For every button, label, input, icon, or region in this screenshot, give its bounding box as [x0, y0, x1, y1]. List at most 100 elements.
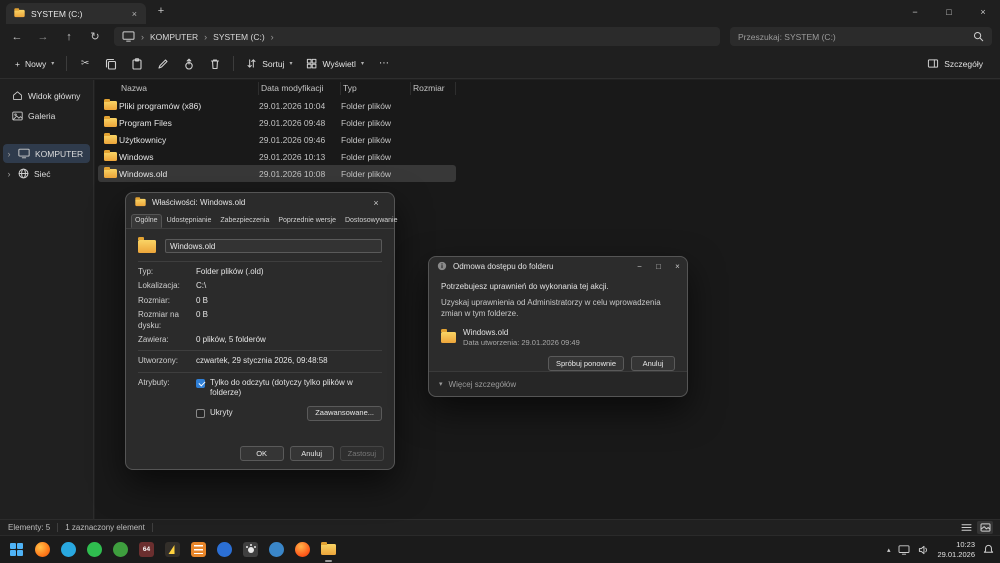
field-label: Rozmiar: — [138, 296, 196, 306]
search-input[interactable]: Przeszukaj: SYSTEM (C:) — [730, 27, 992, 46]
tab-close-icon[interactable]: × — [130, 9, 139, 19]
column-header-modified[interactable]: Data modyfikacji — [259, 82, 341, 95]
breadcrumb[interactable]: › KOMPUTER › SYSTEM (C:) › — [114, 27, 720, 46]
cancel-button[interactable]: Anuluj — [631, 356, 675, 371]
folder-icon — [104, 101, 117, 110]
tab-customize[interactable]: Dostosowywanie — [341, 214, 402, 228]
clock-time: 10:23 — [937, 540, 975, 550]
taskbar-app-7[interactable] — [190, 541, 207, 558]
share-button[interactable] — [176, 53, 202, 75]
column-header-type[interactable]: Typ — [341, 82, 411, 95]
separator — [57, 523, 58, 532]
sidebar-item-computer[interactable]: › KOMPUTER — [3, 144, 90, 163]
separator — [66, 56, 67, 71]
forward-button[interactable]: → — [30, 31, 56, 43]
more-options-button[interactable]: ⋯ — [371, 58, 397, 69]
refresh-button[interactable]: ↻ — [82, 30, 108, 43]
table-row[interactable]: Windows 29.01.2026 10:13 Folder plików — [98, 148, 456, 165]
sidebar-item-network[interactable]: › Sieć — [3, 164, 90, 183]
dialog-titlebar: Właściwości: Windows.old × — [126, 193, 394, 212]
hidden-checkbox[interactable] — [196, 409, 205, 418]
app-icon — [113, 542, 128, 557]
taskbar-file-explorer[interactable] — [320, 541, 337, 558]
taskbar-app-64[interactable]: 64 — [138, 541, 155, 558]
folder-info: Windows.old Data utworzenia: 29.01.2026 … — [441, 328, 675, 347]
details-pane-button[interactable]: Szczegóły — [920, 54, 990, 73]
taskbar-app-4[interactable] — [112, 541, 129, 558]
field-label: Lokalizacja: — [138, 281, 196, 291]
new-tab-button[interactable]: + — [153, 4, 169, 20]
view-thumbnails-toggle[interactable] — [977, 521, 993, 534]
minimize-button[interactable]: − — [898, 0, 932, 24]
taskbar-app-2[interactable] — [60, 541, 77, 558]
maximize-button[interactable]: □ — [932, 0, 966, 24]
table-row-selected[interactable]: Windows.old 29.01.2026 10:08 Folder plik… — [98, 165, 456, 182]
column-header-size[interactable]: Rozmiar — [411, 82, 456, 95]
table-row[interactable]: Użytkownicy 29.01.2026 09:46 Folder plik… — [98, 131, 456, 148]
sidebar-item-label: Sieć — [34, 169, 51, 179]
copy-button[interactable] — [98, 53, 124, 75]
folder-name-input[interactable] — [165, 239, 382, 253]
cancel-button[interactable]: Anuluj — [290, 446, 334, 461]
dialog-close-icon[interactable]: × — [668, 257, 687, 275]
app-icon — [87, 542, 102, 557]
column-header-name[interactable]: Nazwa — [119, 82, 259, 95]
chevron-right-icon[interactable]: › — [5, 149, 13, 159]
taskbar-app-firefox[interactable] — [34, 541, 51, 558]
minimize-button[interactable]: − — [630, 257, 649, 275]
taskbar-app-3[interactable] — [86, 541, 103, 558]
chevron-down-icon: ▾ — [51, 60, 54, 67]
chevron-right-icon[interactable]: › — [5, 169, 13, 179]
view-details-toggle[interactable] — [958, 521, 974, 534]
app-64-icon: 64 — [139, 542, 154, 557]
tray-overflow-button[interactable]: ▴ — [887, 546, 891, 554]
explorer-tab[interactable]: SYSTEM (C:) × — [6, 3, 146, 24]
folder-icon — [138, 240, 156, 253]
start-button[interactable] — [8, 541, 25, 558]
sidebar-item-home[interactable]: Widok główny — [3, 86, 90, 105]
view-button[interactable]: Wyświetl ▾ — [299, 54, 370, 73]
back-button[interactable]: ← — [4, 31, 30, 43]
taskbar-clock[interactable]: 10:23 29.01.2026 — [937, 540, 975, 560]
advanced-button[interactable]: Zaawansowane... — [307, 406, 382, 421]
view-button-label: Wyświetl — [322, 59, 355, 69]
sort-button[interactable]: Sortuj ▾ — [239, 54, 299, 73]
sidebar-item-gallery[interactable]: Galeria — [3, 106, 90, 125]
file-modified: 29.01.2026 09:46 — [259, 135, 341, 145]
rename-icon — [157, 58, 169, 70]
close-button[interactable]: × — [966, 0, 1000, 24]
new-button[interactable]: + Nowy ▾ — [8, 55, 61, 73]
cut-button[interactable]: ✂ — [72, 53, 98, 75]
ok-button[interactable]: OK — [240, 446, 284, 461]
breadcrumb-item-system-c[interactable]: SYSTEM (C:) — [213, 32, 264, 42]
tab-security[interactable]: Zabezpieczenia — [216, 214, 273, 228]
dialog-close-icon[interactable]: × — [366, 198, 386, 208]
more-details-toggle[interactable]: ▾ Więcej szczegółów — [429, 371, 687, 396]
table-row[interactable]: Pliki programów (x86) 29.01.2026 10:04 F… — [98, 97, 456, 114]
properties-dialog: Właściwości: Windows.old × Ogólne Udostę… — [125, 192, 395, 470]
maximize-button[interactable]: □ — [649, 257, 668, 275]
taskbar-app-11[interactable] — [294, 541, 311, 558]
chevron-right-icon: › — [271, 32, 274, 42]
table-row[interactable]: Program Files 29.01.2026 09:48 Folder pl… — [98, 114, 456, 131]
chevron-down-icon: ▾ — [439, 380, 443, 388]
taskbar-app-6[interactable] — [164, 541, 181, 558]
taskbar-app-10[interactable] — [268, 541, 285, 558]
paste-button[interactable] — [124, 53, 150, 75]
volume-icon[interactable] — [918, 545, 929, 555]
rename-button[interactable] — [150, 53, 176, 75]
taskbar-app-9[interactable] — [242, 541, 259, 558]
up-button[interactable]: ↑ — [56, 31, 82, 43]
tab-sharing[interactable]: Udostępnianie — [163, 214, 216, 228]
delete-button[interactable] — [202, 53, 228, 75]
taskbar-app-8[interactable] — [216, 541, 233, 558]
tab-previous-versions[interactable]: Poprzednie wersje — [274, 214, 340, 228]
readonly-checkbox[interactable] — [196, 379, 205, 388]
breadcrumb-item-komputer[interactable]: KOMPUTER — [150, 32, 198, 42]
notification-bell-icon[interactable] — [983, 544, 994, 555]
display-icon[interactable] — [898, 545, 910, 555]
tab-general[interactable]: Ogólne — [131, 214, 162, 228]
apply-button[interactable]: Zastosuj — [340, 446, 384, 461]
retry-button[interactable]: Spróbuj ponownie — [548, 356, 624, 371]
folder-icon — [104, 169, 117, 178]
